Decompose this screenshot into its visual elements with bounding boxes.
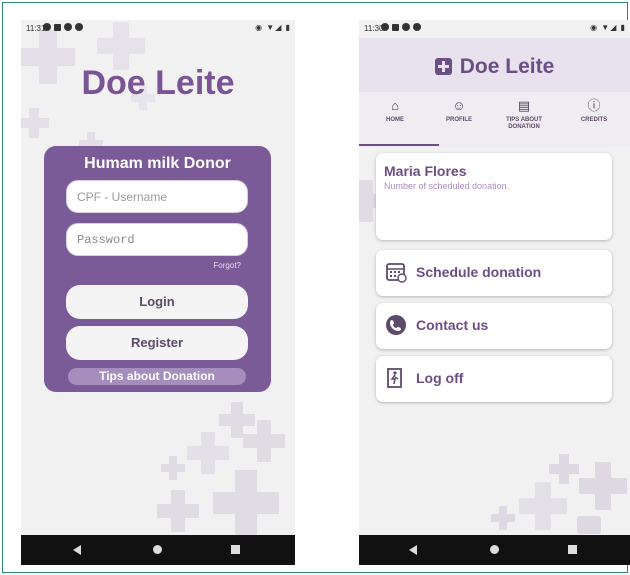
tab-home[interactable]: ⌂ HOME <box>365 98 425 124</box>
log-off-label: Log off <box>416 370 464 386</box>
back-icon[interactable] <box>73 545 81 555</box>
info-icon: ⓘ <box>587 98 601 113</box>
login-button[interactable]: Login <box>66 285 248 319</box>
tab-credits[interactable]: ⓘ CREDITS <box>564 98 624 124</box>
notification-icons <box>43 23 83 31</box>
header-title-text: Doe Leite <box>459 55 555 78</box>
tab-home-label: HOME <box>386 117 404 123</box>
tab-profile-label: PROFILE <box>445 117 472 123</box>
tab-tips-label: TIPS ABOUT DONATION <box>505 117 543 130</box>
phone-icon <box>386 315 406 335</box>
system-status-icons: ◉ ▼◢ ▮ <box>255 23 291 32</box>
home-circle-icon[interactable] <box>153 545 162 554</box>
password-input[interactable]: Password <box>66 223 248 256</box>
home-icon: ⌂ <box>391 98 399 113</box>
register-button[interactable]: Register <box>66 326 248 360</box>
tab-bar: ⌂ HOME ☺ PROFILE ▤ TIPS ABOUT DONATION ⓘ… <box>359 92 630 147</box>
username-input[interactable]: CPF - Username <box>66 180 248 213</box>
account-icon: ☺ <box>452 98 466 113</box>
login-card-title: Humam milk Donor <box>84 155 231 172</box>
status-bar: 11:30 ◉ ▼◢ ▮ <box>359 20 630 38</box>
forgot-password-link[interactable]: Forgot? <box>213 261 241 270</box>
scheduled-donations-text: Number of scheduled donation. <box>384 181 510 191</box>
clipboard-icon: ▤ <box>517 98 531 113</box>
log-off-button[interactable]: Log off <box>376 356 612 402</box>
contact-us-button[interactable]: Contact us <box>376 303 612 349</box>
contact-us-label: Contact us <box>416 317 489 333</box>
tab-credits-label: CREDITS <box>580 117 608 123</box>
status-bar: 11:31 ◉ ▼◢ ▮ <box>21 20 295 38</box>
medical-cross-icon <box>434 58 452 75</box>
notification-icons <box>381 23 421 31</box>
app-header: Doe Leite <box>359 38 630 92</box>
recent-apps-icon[interactable] <box>568 545 577 554</box>
login-card: Humam milk Donor CPF - Username Password… <box>44 146 271 392</box>
home-circle-icon[interactable] <box>490 545 499 554</box>
user-name: Maria Flores <box>384 163 467 179</box>
recent-apps-icon[interactable] <box>231 545 240 554</box>
schedule-donation-button[interactable]: Schedule donation <box>376 250 612 296</box>
tips-about-donation-button[interactable]: Tips about Donation <box>68 368 246 385</box>
exit-door-icon <box>387 368 402 388</box>
schedule-donation-label: Schedule donation <box>416 264 542 280</box>
user-summary-card: Maria Flores Number of scheduled donatio… <box>376 153 612 240</box>
login-screen: 11:31 ◉ ▼◢ ▮ Doe Leite Humam milk Donor … <box>21 20 295 565</box>
app-header-title: Doe Leite <box>359 55 630 79</box>
back-icon[interactable] <box>409 545 417 555</box>
android-nav-bar <box>21 535 295 565</box>
tab-tips[interactable]: ▤ TIPS ABOUT DONATION <box>494 98 554 131</box>
home-screen: 11:30 ◉ ▼◢ ▮ Doe Leite ⌂ HOME ☺ PROFILE … <box>359 20 630 565</box>
system-status-icons: ◉ ▼◢ ▮ <box>590 23 626 32</box>
app-title: Doe Leite <box>81 64 235 102</box>
tab-profile[interactable]: ☺ PROFILE <box>429 98 489 124</box>
active-tab-indicator <box>359 144 439 146</box>
android-nav-bar <box>359 535 630 565</box>
calendar-icon <box>386 263 407 283</box>
